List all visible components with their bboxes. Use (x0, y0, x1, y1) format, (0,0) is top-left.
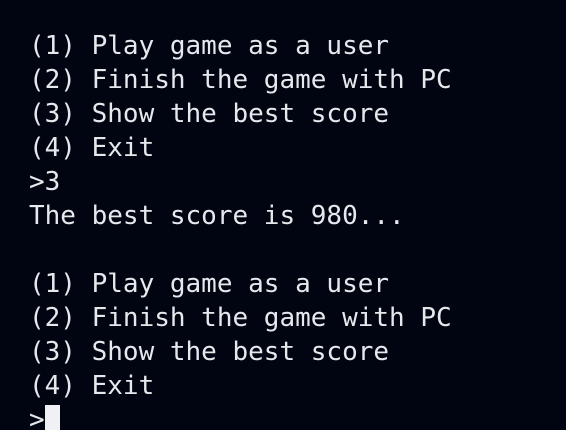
prompt-symbol: > (29, 405, 45, 430)
terminal-window[interactable]: (1) Play game as a user (2) Finish the g… (0, 0, 566, 430)
text-cursor[interactable] (44, 405, 60, 430)
input-prompt-line[interactable]: > (29, 403, 566, 430)
output-line: The best score is 980... (29, 201, 405, 231)
menu-option-3: (3) Show the best score (29, 337, 390, 367)
menu-option-2: (2) Finish the game with PC (29, 303, 452, 333)
menu-option-2: (2) Finish the game with PC (29, 65, 452, 95)
menu-option-4: (4) Exit (29, 133, 155, 163)
menu-option-3: (3) Show the best score (29, 99, 390, 129)
user-input-line: >3 (29, 167, 61, 197)
menu-option-1: (1) Play game as a user (29, 31, 390, 61)
menu-option-4: (4) Exit (29, 371, 155, 401)
menu-option-1: (1) Play game as a user (29, 269, 390, 299)
